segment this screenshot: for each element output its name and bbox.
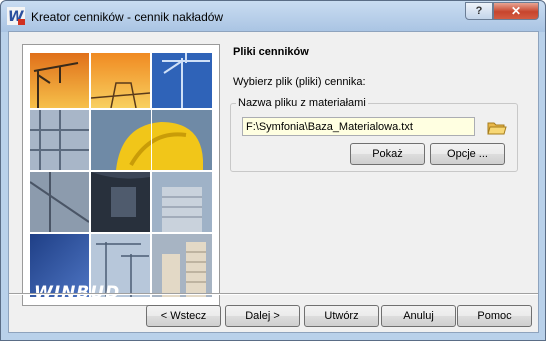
cancel-button[interactable]: Anuluj bbox=[381, 305, 456, 327]
help-title-button[interactable]: ? bbox=[465, 2, 493, 20]
instruction-text: Wybierz plik (pliki) cennika: bbox=[233, 76, 366, 88]
photo-tile-towers bbox=[152, 234, 212, 297]
close-icon: ✕ bbox=[510, 4, 522, 18]
open-folder-icon[interactable] bbox=[487, 120, 507, 136]
photo-tile-scaffold bbox=[30, 110, 89, 170]
wizard-banner-image: WINBUD bbox=[22, 44, 220, 306]
photo-tile-steel bbox=[30, 172, 89, 232]
footer-divider bbox=[9, 293, 538, 295]
photo-tile-crane-sky bbox=[152, 53, 212, 108]
photo-tile-sunset bbox=[91, 53, 150, 108]
window-title: Kreator cenników - cennik nakładów bbox=[31, 10, 224, 24]
close-button[interactable]: ✕ bbox=[493, 2, 539, 20]
back-button[interactable]: < Wstecz bbox=[146, 305, 221, 327]
question-icon: ? bbox=[475, 5, 483, 17]
construction-photo-mosaic: WINBUD bbox=[30, 53, 212, 303]
photo-tile-sunset-crane bbox=[30, 53, 89, 108]
material-file-path-input[interactable] bbox=[242, 117, 475, 136]
page-heading: Pliki cenników bbox=[233, 46, 309, 58]
help-button[interactable]: Pomoc bbox=[457, 305, 532, 327]
material-file-group-label: Nazwa pliku z materiałami bbox=[236, 97, 368, 109]
title-bar[interactable]: W Kreator cenników - cennik nakładów ? ✕ bbox=[1, 1, 545, 32]
winbud-app-icon: W bbox=[7, 7, 25, 25]
file-options-button[interactable]: Opcje ... bbox=[430, 143, 505, 165]
photo-tile-worker bbox=[91, 172, 150, 232]
photo-tile-yellow-helmet bbox=[91, 110, 212, 170]
wizard-body: WINBUD Pliki cenników Wybierz plik (plik… bbox=[8, 31, 539, 333]
show-file-button[interactable]: Pokaż bbox=[350, 143, 425, 165]
create-button[interactable]: Utwórz bbox=[304, 305, 379, 327]
next-button[interactable]: Dalej > bbox=[225, 305, 300, 327]
photo-tile-building bbox=[152, 172, 212, 232]
dialog-window: W Kreator cenników - cennik nakładów ? ✕ bbox=[0, 0, 546, 341]
